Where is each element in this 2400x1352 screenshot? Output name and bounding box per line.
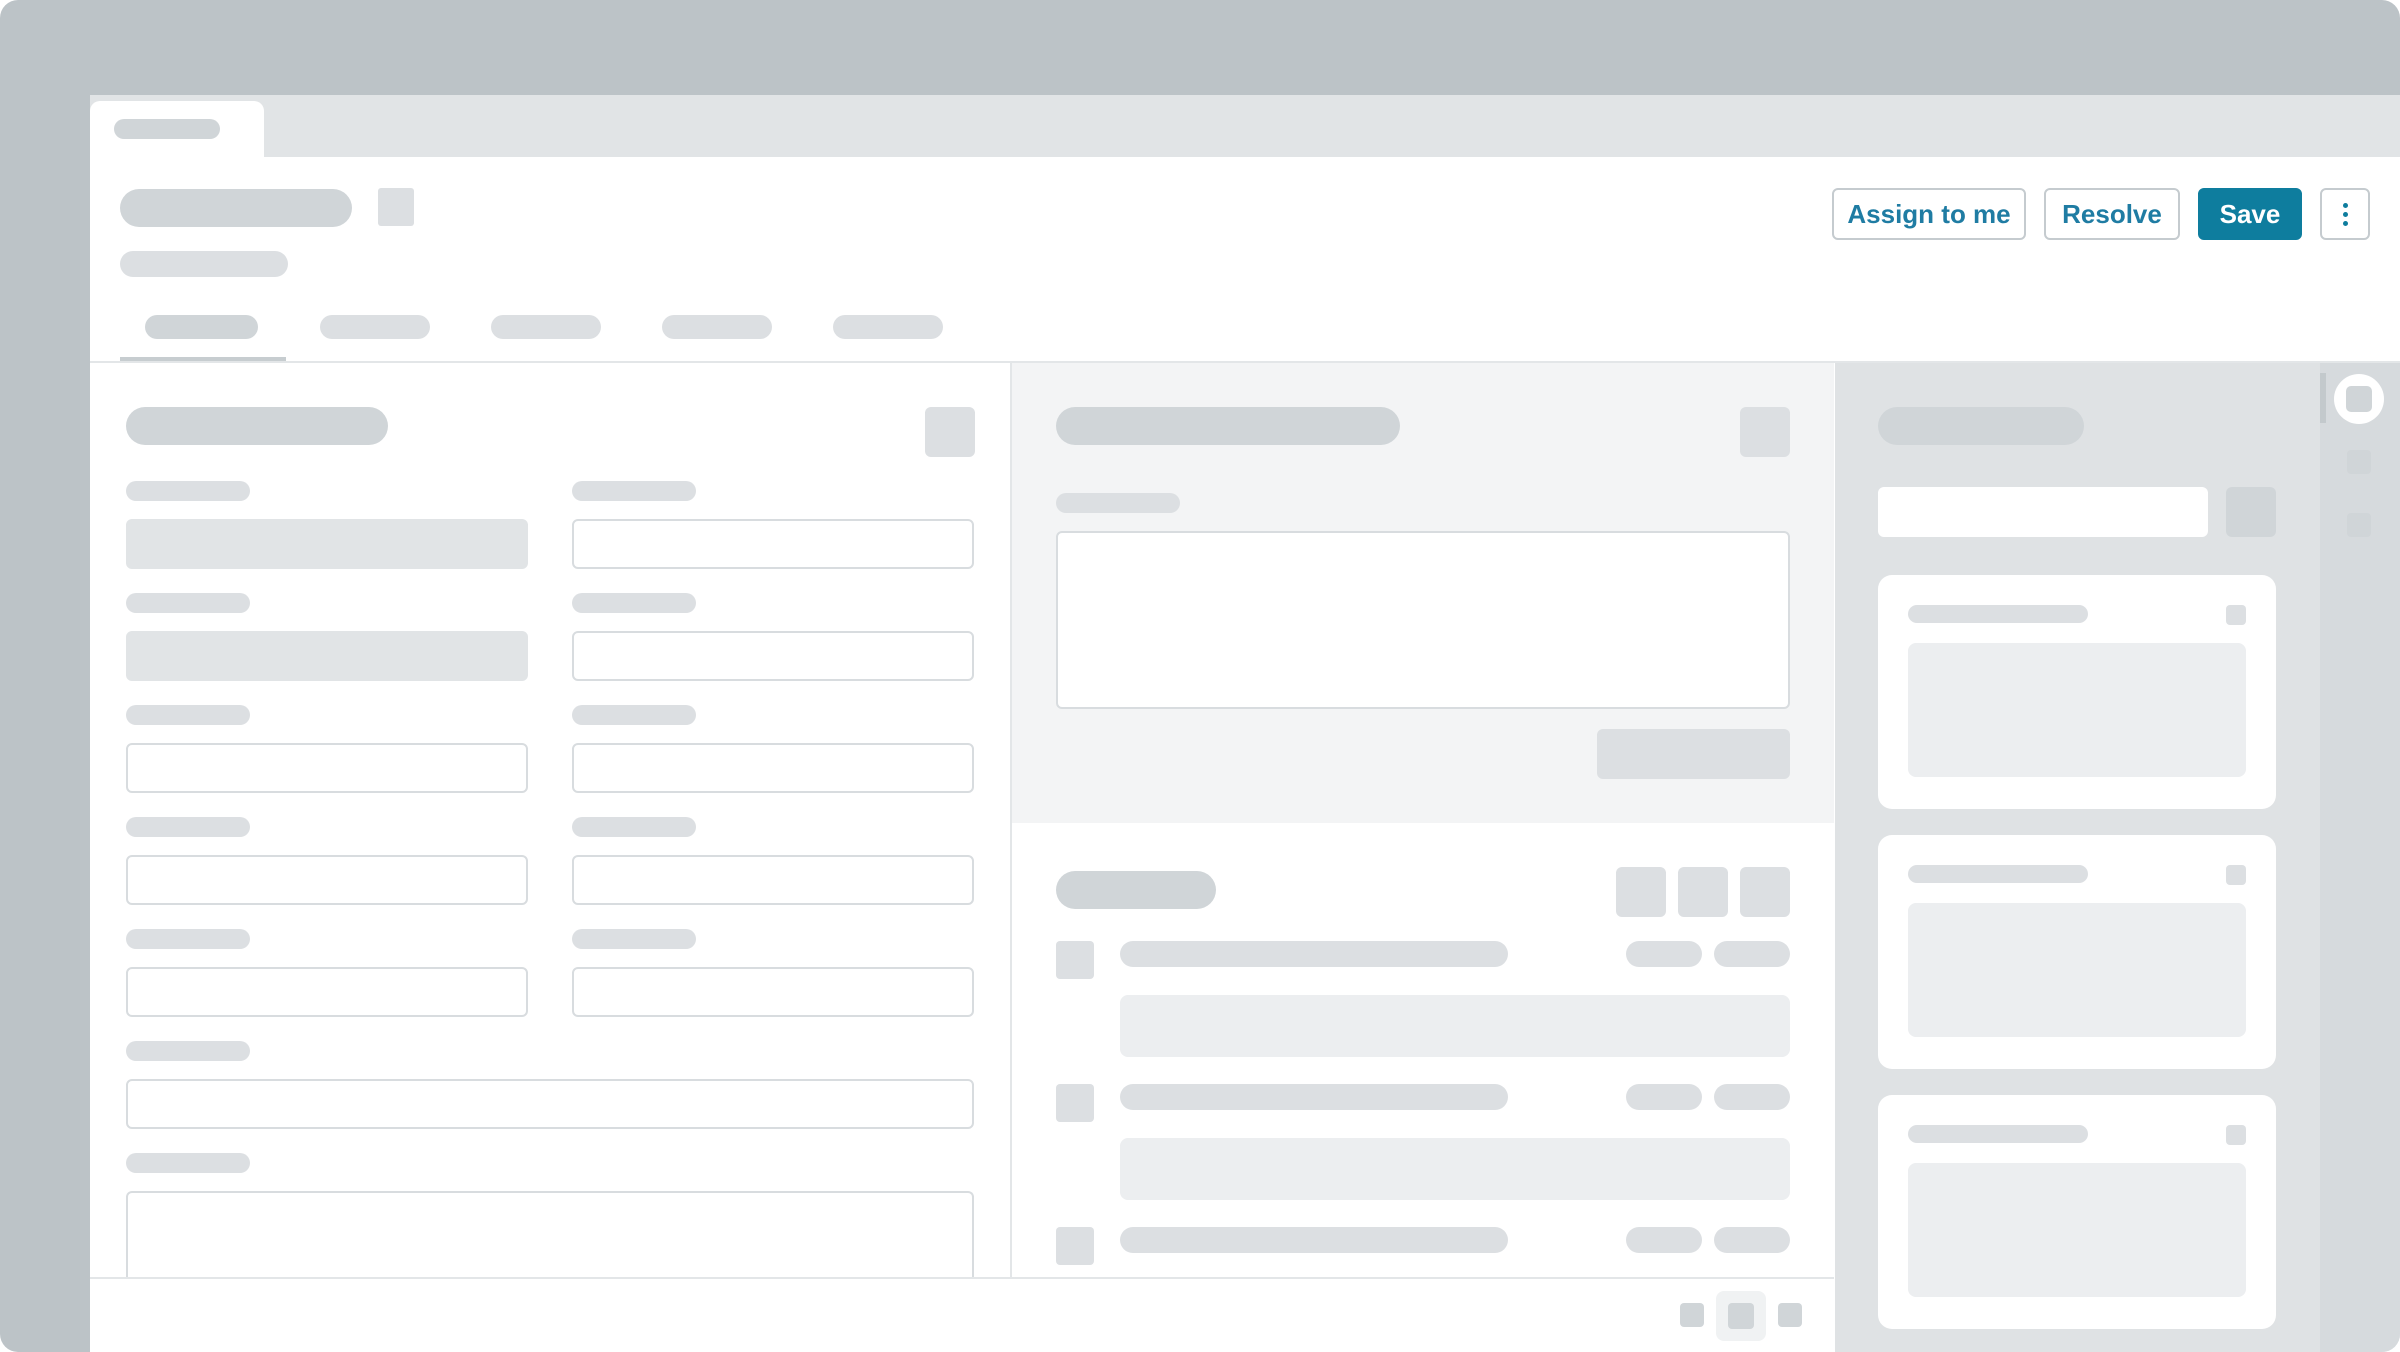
field-label-placeholder	[126, 1153, 250, 1173]
activity-avatar-placeholder	[1056, 1227, 1094, 1265]
field-input-filled[interactable]	[126, 631, 528, 681]
field-input[interactable]	[572, 855, 974, 905]
field-input[interactable]	[572, 519, 974, 569]
field-label-placeholder	[126, 593, 250, 613]
field-label-placeholder	[572, 817, 696, 837]
field-input-wide[interactable]	[126, 1079, 974, 1129]
footer-icon-placeholder-2	[1728, 1303, 1754, 1329]
more-actions-button[interactable]	[2320, 188, 2370, 240]
more-vertical-icon	[2342, 202, 2348, 226]
field-label-placeholder	[572, 481, 696, 501]
field-label-placeholder	[572, 929, 696, 949]
field-input[interactable]	[572, 967, 974, 1017]
activity-author-placeholder	[1120, 941, 1508, 967]
card-title-placeholder	[1908, 1125, 2088, 1143]
activity-author-placeholder	[1120, 1227, 1508, 1253]
field-input[interactable]	[126, 967, 528, 1017]
comment-textarea[interactable]	[1056, 531, 1790, 709]
activity-avatar-placeholder	[1056, 941, 1094, 979]
rail-icon-placeholder-2[interactable]	[2347, 450, 2371, 474]
save-button[interactable]: Save	[2198, 188, 2302, 240]
composer-action-placeholder[interactable]	[1740, 407, 1790, 457]
field-label-placeholder	[572, 593, 696, 613]
rail-active-indicator	[2320, 373, 2326, 423]
field-label-placeholder	[572, 705, 696, 725]
card-body-placeholder	[1908, 1163, 2246, 1297]
field-label-placeholder	[126, 817, 250, 837]
field-input-filled[interactable]	[126, 519, 528, 569]
tab-placeholder-1[interactable]	[145, 315, 258, 339]
rail-icon-placeholder-1	[2346, 386, 2372, 412]
assign-to-me-button[interactable]: Assign to me	[1832, 188, 2026, 240]
card-body-placeholder	[1908, 903, 2246, 1037]
app-window: Assign to me Resolve Save	[90, 95, 2400, 1352]
composer-label-placeholder	[1056, 493, 1180, 513]
resolve-button[interactable]: Resolve	[2044, 188, 2180, 240]
activity-author-placeholder	[1120, 1084, 1508, 1110]
field-input[interactable]	[572, 743, 974, 793]
sidebar-card	[1878, 575, 2276, 809]
desktop-background: Assign to me Resolve Save	[0, 0, 2400, 1352]
activity-body-placeholder	[1120, 1138, 1790, 1200]
activity-meta-placeholder	[1626, 1084, 1702, 1110]
record-subtitle-placeholder	[120, 251, 288, 277]
filter-placeholder-1[interactable]	[1616, 867, 1666, 917]
card-title-placeholder	[1908, 865, 2088, 883]
tab-placeholder-4[interactable]	[662, 315, 772, 339]
activity-meta-placeholder	[1714, 1227, 1790, 1253]
field-label-placeholder	[126, 705, 250, 725]
card-title-placeholder	[1908, 605, 2088, 623]
filter-placeholder-2[interactable]	[1678, 867, 1728, 917]
sidebar-card	[1878, 1095, 2276, 1329]
browser-tab-active[interactable]	[90, 101, 264, 157]
field-label-placeholder	[126, 929, 250, 949]
card-body-placeholder	[1908, 643, 2246, 777]
field-input[interactable]	[126, 855, 528, 905]
activity-body-placeholder	[1120, 995, 1790, 1057]
title-icon-placeholder	[378, 188, 414, 226]
activity-meta-placeholder	[1626, 941, 1702, 967]
footer-icon-placeholder-3[interactable]	[1778, 1303, 1802, 1327]
section-action-placeholder[interactable]	[925, 407, 975, 457]
activity-title-placeholder	[1056, 871, 1216, 909]
footer-bar	[90, 1277, 1834, 1352]
record-title-placeholder	[120, 189, 352, 227]
section-title-placeholder	[126, 407, 388, 445]
activity-meta-placeholder	[1714, 1084, 1790, 1110]
activity-meta-placeholder	[1626, 1227, 1702, 1253]
composer-title-placeholder	[1056, 407, 1400, 445]
card-action-placeholder[interactable]	[2226, 1125, 2246, 1145]
card-action-placeholder[interactable]	[2226, 605, 2246, 625]
sidebar-card	[1878, 835, 2276, 1069]
tab-placeholder-5[interactable]	[833, 315, 943, 339]
activity-meta-placeholder	[1714, 941, 1790, 967]
tab-title-placeholder	[114, 119, 220, 139]
tab-placeholder-3[interactable]	[491, 315, 601, 339]
tab-placeholder-2[interactable]	[320, 315, 430, 339]
sidebar-search-input[interactable]	[1878, 487, 2208, 537]
icon-rail	[2320, 363, 2400, 1352]
post-button-placeholder[interactable]	[1597, 729, 1790, 779]
field-label-placeholder	[126, 1041, 250, 1061]
rail-icon-placeholder-3[interactable]	[2347, 513, 2371, 537]
field-input[interactable]	[126, 743, 528, 793]
tab-strip	[90, 95, 2400, 157]
activity-avatar-placeholder	[1056, 1084, 1094, 1122]
sidebar-title-placeholder	[1878, 407, 2084, 445]
field-label-placeholder	[126, 481, 250, 501]
field-input[interactable]	[572, 631, 974, 681]
card-action-placeholder[interactable]	[2226, 865, 2246, 885]
sidebar-search-button[interactable]	[2226, 487, 2276, 537]
footer-icon-placeholder-1[interactable]	[1680, 1303, 1704, 1327]
filter-placeholder-3[interactable]	[1740, 867, 1790, 917]
textarea-input[interactable]	[126, 1191, 974, 1291]
